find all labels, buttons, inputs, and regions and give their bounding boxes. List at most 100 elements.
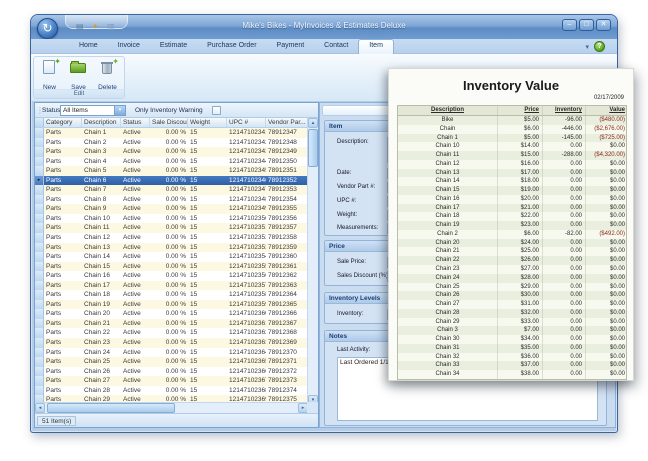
table-row[interactable]: PartsChain 4Active0.00 %1512147102344789… [35, 157, 309, 167]
column-header[interactable]: UPC # [227, 118, 266, 127]
scroll-left-icon[interactable]: ◂ [35, 403, 45, 413]
tab-payment[interactable]: Payment [267, 39, 315, 54]
table-row[interactable]: PartsChain 9Active0.00 %1512147102349789… [35, 204, 309, 214]
table-row[interactable]: PartsChain 25Active0.00 %151214710236578… [35, 357, 309, 367]
table-row[interactable]: PartsChain 7Active0.00 %1512147102347789… [35, 185, 309, 195]
cell: 15 [188, 147, 227, 157]
minimize-button[interactable]: – [562, 19, 577, 31]
row-indicator [35, 233, 44, 243]
table-row[interactable]: PartsChain 13Active0.00 %151214710235378… [35, 243, 309, 253]
inventory-warning-checkbox[interactable] [212, 106, 221, 115]
table-row[interactable]: PartsChain 17Active0.00 %151214710235778… [35, 281, 309, 291]
table-row[interactable]: ▸PartsChain 6Active0.00 %151214710234678… [35, 176, 309, 186]
column-header[interactable]: Sale Discount [150, 118, 188, 127]
table-row[interactable]: PartsChain 22Active0.00 %151214710236278… [35, 328, 309, 338]
tab-home[interactable]: Home [69, 39, 108, 54]
report-cell: 0.00 [543, 212, 586, 221]
report-cell: Chain 30 [398, 335, 498, 344]
cell: Parts [44, 357, 82, 367]
table-row[interactable]: PartsChain 21Active0.00 %151214710236178… [35, 319, 309, 329]
maximize-button[interactable]: □ [579, 19, 594, 31]
cell: Active [121, 128, 150, 138]
report-row: Chain 3$7.000.00$0.00 [398, 326, 626, 335]
row-indicator [35, 157, 44, 167]
chevron-down-icon[interactable]: ▾ [585, 43, 589, 51]
table-row[interactable]: PartsChain 23Active0.00 %151214710236378… [35, 338, 309, 348]
help-button[interactable]: ? [594, 41, 605, 52]
table-row[interactable]: PartsChain 3Active0.00 %1512147102343789… [35, 147, 309, 157]
table-row[interactable]: PartsChain 16Active0.00 %151214710235678… [35, 271, 309, 281]
table-row[interactable]: PartsChain 20Active0.00 %151214710236078… [35, 309, 309, 319]
report-row: Chain 17$21.000.00$0.00 [398, 204, 626, 213]
tab-invoice[interactable]: Invoice [108, 39, 150, 54]
report-row: Chain 31$35.000.00$0.00 [398, 344, 626, 353]
report-cell: Chain 1 [398, 134, 498, 143]
scroll-up-icon[interactable]: ▴ [308, 118, 318, 128]
column-header[interactable]: Category [44, 118, 82, 127]
horizontal-scrollbar[interactable]: ◂ ▸ [35, 402, 309, 413]
cell: 0.00 % [150, 348, 188, 358]
table-row[interactable]: PartsChain 8Active0.00 %1512147102348789… [35, 195, 309, 205]
row-indicator [35, 376, 44, 386]
report-cell: Chain 33 [398, 361, 498, 370]
cell: 12147102357 [227, 281, 266, 291]
report-row: Chain 28$32.000.00$0.00 [398, 309, 626, 318]
table-row[interactable]: PartsChain 12Active0.00 %151214710235278… [35, 233, 309, 243]
row-indicator [35, 309, 44, 319]
horizontal-scroll-thumb[interactable] [47, 403, 175, 413]
report-cell: $0.00 [586, 353, 628, 362]
close-button[interactable]: ✕ [596, 19, 611, 31]
table-row[interactable]: PartsChain 19Active0.00 %151214710235978… [35, 300, 309, 310]
table-row[interactable]: PartsChain 28Active0.00 %151214710236878… [35, 386, 309, 396]
cell: Chain 14 [82, 252, 121, 262]
report-cell: ($480.00) [586, 116, 628, 125]
report-cell: Chain 20 [398, 239, 498, 248]
table-row[interactable]: PartsChain 26Active0.00 %151214710236678… [35, 367, 309, 377]
report-cell: 0.00 [543, 160, 586, 169]
report-cell: $0.00 [586, 221, 628, 230]
tab-contact[interactable]: Contact [314, 39, 358, 54]
dropdown-arrow-icon[interactable]: ▾ [114, 106, 125, 115]
report-cell: $15.00 [498, 151, 543, 160]
column-header[interactable]: Weight [188, 118, 227, 127]
cell: Parts [44, 138, 82, 148]
row-indicator [35, 243, 44, 253]
cell: 78912372 [266, 367, 309, 377]
report-cell: Chain 21 [398, 247, 498, 256]
column-header[interactable]: Status [121, 118, 150, 127]
cell: Chain 23 [82, 338, 121, 348]
cell: 15 [188, 281, 227, 291]
new-document-icon: ✦ [35, 59, 64, 76]
table-row[interactable]: PartsChain 15Active0.00 %151214710235578… [35, 262, 309, 272]
table-row[interactable]: PartsChain 11Active0.00 %151214710235178… [35, 223, 309, 233]
table-row[interactable]: PartsChain 18Active0.00 %151214710235878… [35, 290, 309, 300]
status-dropdown[interactable]: All Items ▾ [60, 105, 126, 116]
tab-item[interactable]: Item [358, 39, 394, 54]
tab-estimate[interactable]: Estimate [150, 39, 197, 54]
column-header[interactable]: Vendor Par... [266, 118, 309, 127]
vertical-scrollbar[interactable]: ▴ ▾ [307, 118, 318, 405]
vertical-scroll-thumb[interactable] [308, 129, 318, 167]
table-row[interactable]: PartsChain 27Active0.00 %151214710236778… [35, 376, 309, 386]
column-header[interactable]: Description [82, 118, 121, 127]
report-cell: $0.00 [586, 283, 628, 292]
cell: Parts [44, 309, 82, 319]
table-row[interactable]: PartsChain 2Active0.00 %1512147102342789… [35, 138, 309, 148]
row-indicator [35, 281, 44, 291]
row-indicator [35, 348, 44, 358]
report-cell: $0.00 [586, 186, 628, 195]
row-indicator [35, 262, 44, 272]
cell: Parts [44, 386, 82, 396]
cell: Active [121, 309, 150, 319]
table-row[interactable]: PartsChain 1Active0.00 %1512147102341789… [35, 128, 309, 138]
report-cell: Chain 18 [398, 212, 498, 221]
tab-purchase-order[interactable]: Purchase Order [197, 39, 266, 54]
report-cell: 0.00 [543, 177, 586, 186]
table-row[interactable]: PartsChain 14Active0.00 %151214710235478… [35, 252, 309, 262]
table-row[interactable]: PartsChain 10Active0.00 %151214710235078… [35, 214, 309, 224]
cell: 12147102351 [227, 223, 266, 233]
cell: Parts [44, 328, 82, 338]
cell: Chain 9 [82, 204, 121, 214]
table-row[interactable]: PartsChain 5Active0.00 %1512147102345789… [35, 166, 309, 176]
table-row[interactable]: PartsChain 24Active0.00 %151214710236478… [35, 348, 309, 358]
